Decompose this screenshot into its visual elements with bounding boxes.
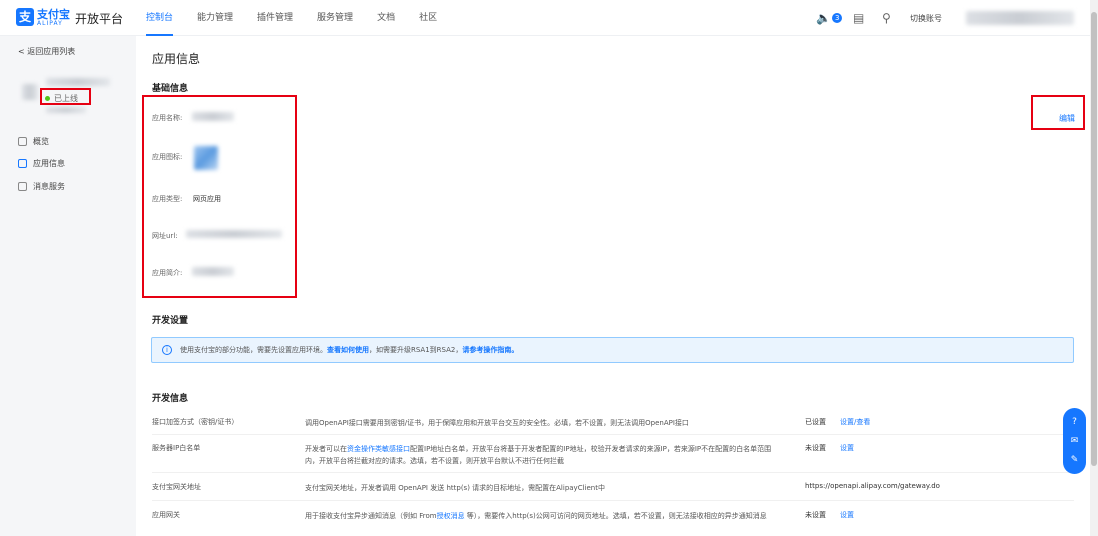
row-label: 应用网关 — [152, 511, 180, 519]
search-icon: ⚲ — [882, 11, 891, 25]
row-status: 未设置 — [805, 444, 826, 452]
nav-capability[interactable]: 能力管理 — [197, 0, 233, 36]
sidebar-item-label: 概览 — [33, 137, 49, 146]
message-icon — [18, 182, 27, 191]
sidebar-item-overview[interactable]: 概览 — [18, 136, 49, 147]
sidebar-item-messages[interactable]: 消息服务 — [18, 181, 65, 192]
main-nav: 控制台 能力管理 插件管理 服务管理 文档 社区 — [146, 0, 461, 36]
row-desc-text: 等），需要传入http(s)公网可访问的网页地址。选填，若不设置，则无法接收相应… — [464, 512, 767, 520]
row-status: 未设置 — [805, 511, 826, 519]
row-desc-text: 用于接收支付宝异步通知消息（例如 From — [305, 512, 437, 520]
nav-docs[interactable]: 文档 — [377, 0, 395, 36]
speaker-icon: 🔈 — [816, 11, 831, 25]
row-divider — [152, 434, 1074, 435]
sensitive-api-link[interactable]: 资金操作类敏感接口 — [347, 445, 410, 453]
row-desc: 调用OpenAPI接口需要用到密钥/证书，用于保障应用和开放平台交互的安全性。必… — [305, 419, 689, 427]
notification-button[interactable]: 🔈 3 — [816, 0, 843, 36]
row-label: 接口加签方式（密钥/证书） — [152, 418, 239, 426]
info-icon: i — [162, 345, 172, 355]
highlight-basic-info-box — [142, 95, 297, 298]
row-divider — [152, 500, 1074, 501]
row-desc-text: 开发者可以在 — [305, 445, 347, 453]
dev-settings-title: 开发设置 — [152, 316, 189, 326]
sidebar: < 返回应用列表 已上线 概览 应用信息 消息服务 — [0, 36, 136, 536]
app-name-blurred — [46, 78, 110, 86]
account-avatar[interactable] — [966, 0, 1074, 36]
row-gateway-url: https://openapi.alipay.com/gateway.do — [805, 482, 940, 490]
row-label: 服务器IP白名单 — [152, 444, 201, 452]
sidebar-item-label: 消息服务 — [33, 182, 65, 191]
nav-plugin[interactable]: 插件管理 — [257, 0, 293, 36]
basic-info-title: 基础信息 — [152, 84, 189, 94]
top-header: 支 支付宝 ALIPAY 开放平台 控制台 能力管理 插件管理 服务管理 文档 … — [0, 0, 1098, 36]
notice-text-2: ，如需要升级RSA1到RSA2， — [369, 346, 463, 354]
floating-toolbar: ? ✉ ✎ — [1063, 408, 1086, 474]
nav-console[interactable]: 控制台 — [146, 0, 174, 36]
row-action-set[interactable]: 设置 — [840, 510, 854, 520]
mail-icon[interactable]: ✎ — [1071, 455, 1079, 465]
row-action-set[interactable]: 设置 — [840, 443, 854, 453]
document-button[interactable]: ▤ — [853, 0, 864, 36]
monitor-icon — [18, 137, 27, 146]
notice-text-1: 使用支付宝的部分功能，需要先设置应用环境。 — [180, 346, 327, 354]
row-action-set-view[interactable]: 设置/查看 — [840, 417, 870, 427]
operation-guide-link[interactable]: 请参考操作指南。 — [462, 345, 518, 355]
dev-settings-notice: i 使用支付宝的部分功能，需要先设置应用环境。 查看如何使用 ，如需要升级RSA… — [151, 337, 1074, 363]
row-label: 支付宝网关地址 — [152, 483, 201, 491]
highlight-status-box — [40, 88, 91, 105]
scrollbar-thumb[interactable] — [1091, 12, 1097, 466]
switch-account-link[interactable]: 切换账号 — [910, 0, 942, 36]
highlight-edit-box — [1031, 95, 1085, 130]
nav-community[interactable]: 社区 — [419, 0, 437, 36]
search-button[interactable]: ⚲ — [882, 0, 891, 36]
row-desc: 支付宝网关地址，开发者调用 OpenAPI 发送 http(s) 请求的目标地址… — [305, 484, 605, 492]
account-name-blurred — [966, 11, 1074, 25]
question-icon[interactable]: ? — [1072, 417, 1077, 427]
dev-info-title: 开发信息 — [152, 394, 189, 404]
row-status: 已设置 — [805, 418, 826, 426]
how-to-use-link[interactable]: 查看如何使用 — [327, 345, 369, 355]
nav-service[interactable]: 服务管理 — [317, 0, 353, 36]
sidebar-item-app-info[interactable]: 应用信息 — [18, 158, 65, 169]
page-title: 应用信息 — [152, 52, 201, 66]
app-avatar — [22, 84, 38, 100]
auth-message-link[interactable]: 授权消息 — [437, 512, 465, 520]
notification-badge: 3 — [831, 13, 843, 23]
row-divider — [152, 472, 1074, 473]
alipay-logo-icon: 支 — [16, 8, 34, 26]
row-desc: 开发者可以在资金操作类敏感接口配置IP地址白名单，开放平台将基于开发者配置的IP… — [305, 443, 785, 467]
app-id-blurred — [46, 107, 86, 113]
platform-title[interactable]: 开放平台 — [75, 10, 123, 27]
brand-sub: ALIPAY — [37, 20, 63, 27]
sidebar-item-label: 应用信息 — [33, 159, 65, 168]
chat-icon[interactable]: ✉ — [1071, 436, 1079, 446]
document-icon: ▤ — [853, 11, 865, 25]
grid-icon — [18, 159, 27, 168]
row-desc: 用于接收支付宝异步通知消息（例如 From授权消息 等），需要传入http(s)… — [305, 510, 785, 522]
back-to-app-list[interactable]: < 返回应用列表 — [18, 46, 75, 57]
